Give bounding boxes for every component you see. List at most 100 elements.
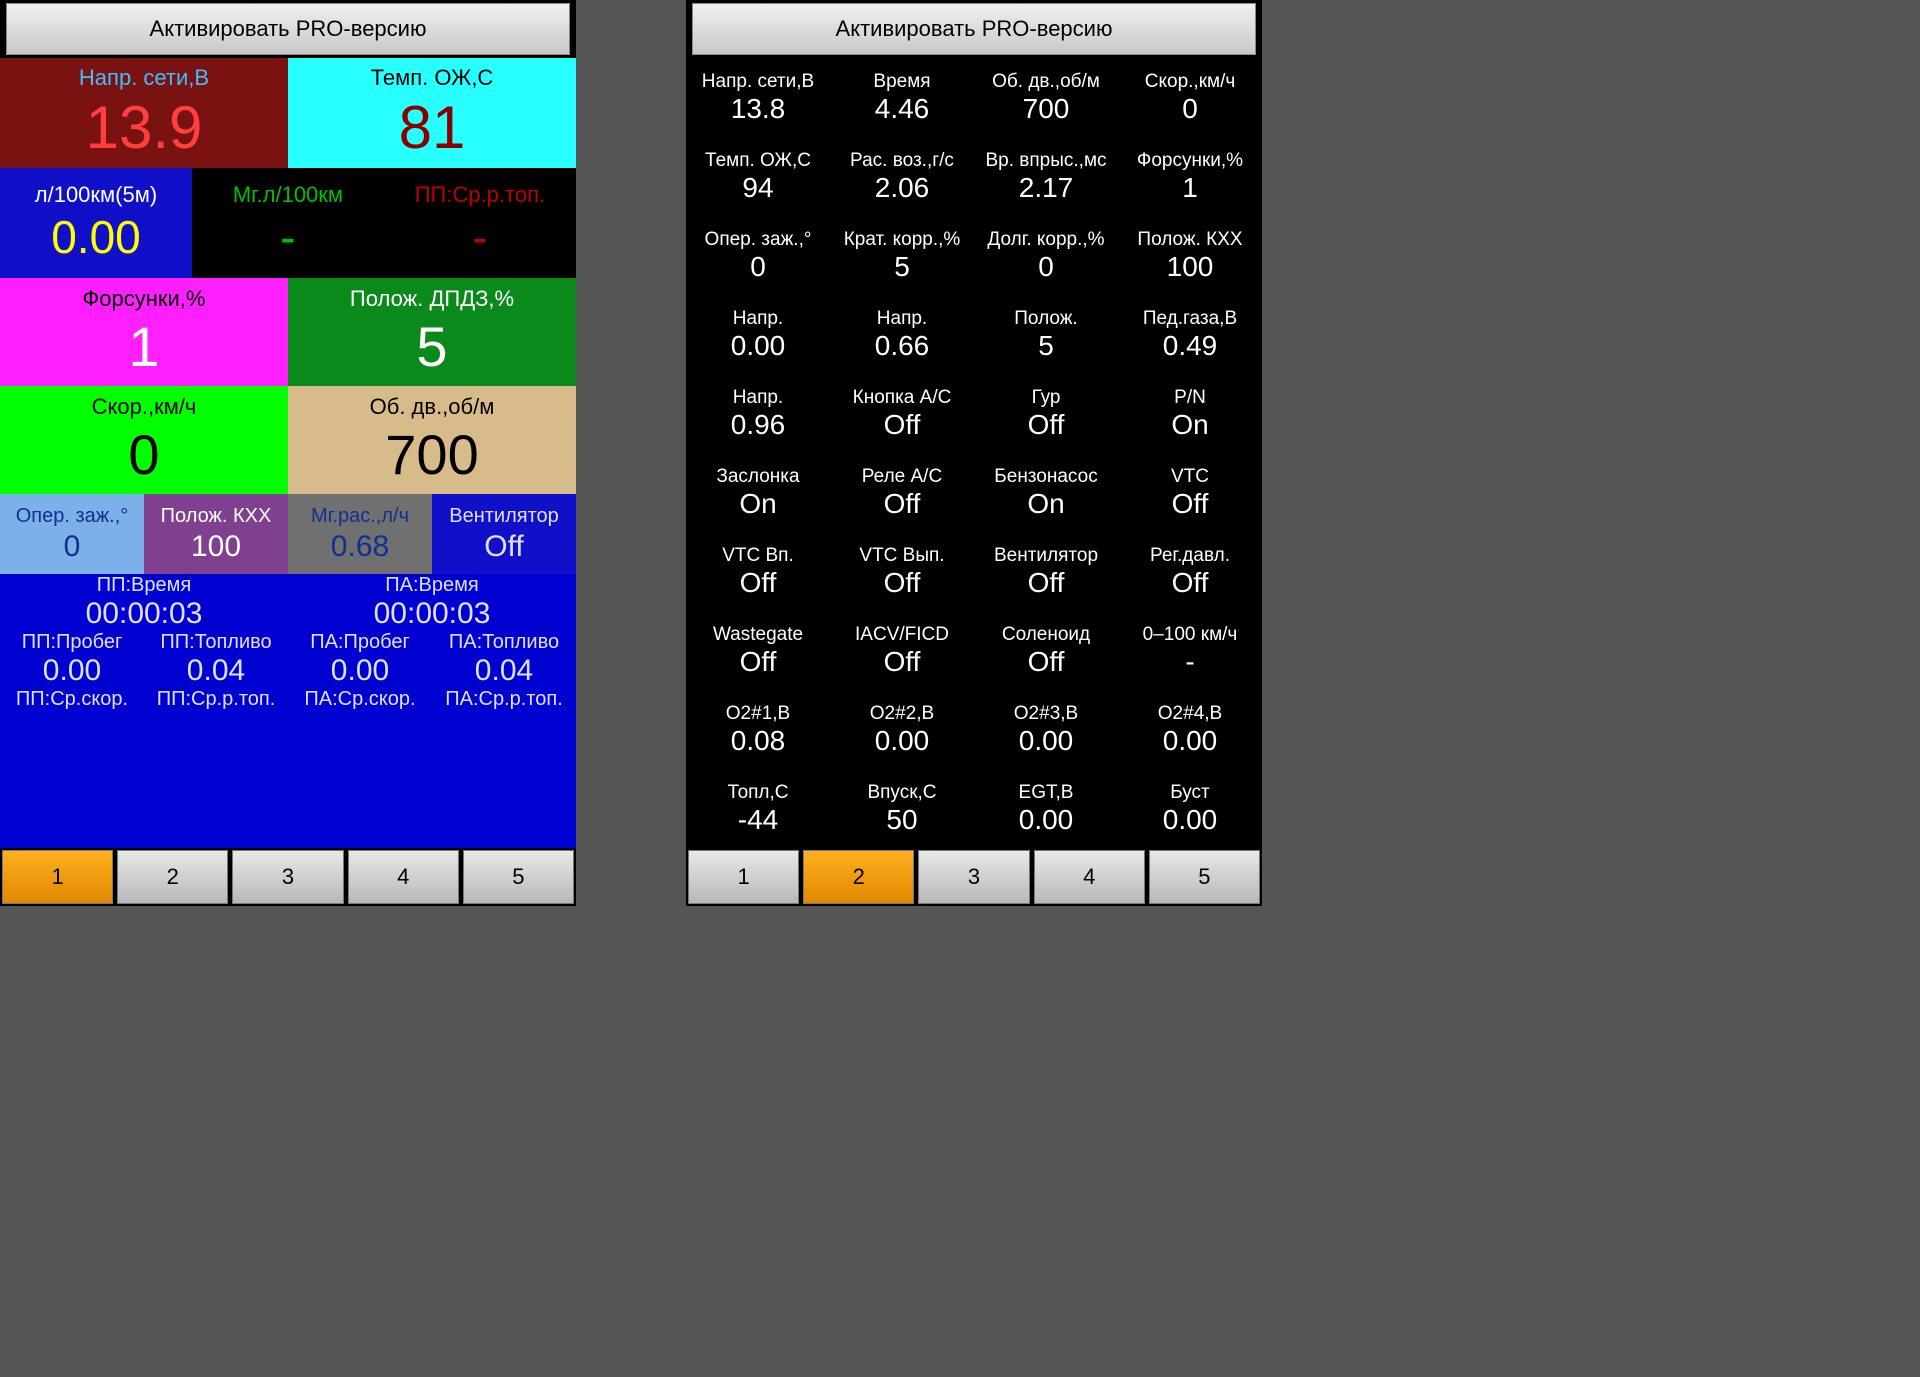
- param-cell[interactable]: Форсунки,%1: [1118, 137, 1262, 216]
- param-value: Off: [884, 646, 921, 678]
- tile-fan[interactable]: ВентиляторOff: [432, 494, 576, 574]
- tile-fuel-rate[interactable]: Мг.рас.,л/ч0.68: [288, 494, 432, 574]
- param-cell[interactable]: Топл,С-44: [686, 769, 830, 848]
- param-value: 5: [894, 251, 910, 283]
- tile-kxx[interactable]: Полож. КХХ100: [144, 494, 288, 574]
- param-cell[interactable]: БензонасосOn: [974, 453, 1118, 532]
- param-label: Скор.,км/ч: [1145, 71, 1236, 93]
- tile-ignition-adv[interactable]: Опер. заж.,°0: [0, 494, 144, 574]
- param-label: Напр.: [877, 308, 927, 330]
- param-cell[interactable]: ЗаслонкаOn: [686, 453, 830, 532]
- param-value: 0.00: [1019, 804, 1074, 836]
- param-label: Вр. впрыс.,мс: [985, 150, 1106, 172]
- param-label: О2#4,В: [1158, 703, 1222, 725]
- param-cell[interactable]: P/NOn: [1118, 374, 1262, 453]
- param-cell[interactable]: 0–100 км/ч-: [1118, 611, 1262, 690]
- param-cell[interactable]: О2#2,В0.00: [830, 690, 974, 769]
- param-label: Заслонка: [716, 466, 799, 488]
- param-cell[interactable]: Опер. заж.,°0: [686, 216, 830, 295]
- param-cell[interactable]: СоленоидOff: [974, 611, 1118, 690]
- tab-1[interactable]: 1: [2, 850, 113, 904]
- param-cell[interactable]: Рег.давл.Off: [1118, 532, 1262, 611]
- param-cell[interactable]: ГурOff: [974, 374, 1118, 453]
- param-cell[interactable]: VTC Вп.Off: [686, 532, 830, 611]
- param-cell[interactable]: WastegateOff: [686, 611, 830, 690]
- dashboard-tiles: Напр. сети,В13.9 Темп. ОЖ,С81 л/100км(5м…: [0, 58, 576, 848]
- param-cell[interactable]: Напр.0.00: [686, 295, 830, 374]
- param-value: 0: [1038, 251, 1054, 283]
- trip-panel[interactable]: ПП:ВремяПА:Время 00:00:0300:00:03 ПП:Про…: [0, 574, 576, 848]
- param-cell[interactable]: Темп. ОЖ,С94: [686, 137, 830, 216]
- param-cell[interactable]: Напр. сети,В13.8: [686, 58, 830, 137]
- param-cell[interactable]: Рас. воз.,г/с2.06: [830, 137, 974, 216]
- tab-5[interactable]: 5: [1149, 850, 1260, 904]
- param-cell[interactable]: Впуск,С50: [830, 769, 974, 848]
- param-cell[interactable]: Вр. впрыс.,мс2.17: [974, 137, 1118, 216]
- param-value: 0.00: [1163, 725, 1218, 757]
- tab-3[interactable]: 3: [918, 850, 1029, 904]
- param-label: Форсунки,%: [1137, 150, 1243, 172]
- param-value: 0.66: [875, 330, 930, 362]
- param-cell[interactable]: Буст0.00: [1118, 769, 1262, 848]
- pro-button[interactable]: Активировать PRO-версию: [692, 3, 1256, 55]
- tile-voltage[interactable]: Напр. сети,В13.9: [0, 58, 288, 168]
- param-label: Кнопка А/С: [853, 387, 952, 409]
- param-cell[interactable]: EGT,В0.00: [974, 769, 1118, 848]
- param-cell[interactable]: Скор.,км/ч0: [1118, 58, 1262, 137]
- tile-coolant-temp[interactable]: Темп. ОЖ,С81: [288, 58, 576, 168]
- param-value: -44: [738, 804, 778, 836]
- param-value: 94: [742, 172, 773, 204]
- tab-2[interactable]: 2: [803, 850, 914, 904]
- param-cell[interactable]: Полож.5: [974, 295, 1118, 374]
- param-value: 0.00: [1019, 725, 1074, 757]
- tile-injectors[interactable]: Форсунки,%1: [0, 278, 288, 386]
- param-value: Off: [740, 646, 777, 678]
- param-label: VTC: [1171, 466, 1209, 488]
- param-value: 0.00: [731, 330, 786, 362]
- param-value: 0.00: [875, 725, 930, 757]
- param-value: On: [1027, 488, 1064, 520]
- param-value: Off: [740, 567, 777, 599]
- tab-4[interactable]: 4: [1034, 850, 1145, 904]
- param-cell[interactable]: ВентиляторOff: [974, 532, 1118, 611]
- param-cell[interactable]: Пед.газа,В0.49: [1118, 295, 1262, 374]
- param-cell[interactable]: О2#1,В0.08: [686, 690, 830, 769]
- tile-rpm[interactable]: Об. дв.,об/м700: [288, 386, 576, 494]
- param-label: Крат. корр.,%: [844, 229, 961, 251]
- param-cell[interactable]: IACV/FICDOff: [830, 611, 974, 690]
- param-value: -: [1185, 646, 1194, 678]
- param-cell[interactable]: Кнопка А/СOff: [830, 374, 974, 453]
- param-cell[interactable]: Напр.0.96: [686, 374, 830, 453]
- param-value: 2.17: [1019, 172, 1074, 204]
- param-label: О2#3,В: [1014, 703, 1078, 725]
- param-cell[interactable]: VTC Вып.Off: [830, 532, 974, 611]
- tile-speed[interactable]: Скор.,км/ч0: [0, 386, 288, 494]
- tab-2[interactable]: 2: [117, 850, 228, 904]
- tile-mgl100km[interactable]: Мг.л/100км-: [192, 168, 384, 278]
- param-value: Off: [884, 567, 921, 599]
- tab-5[interactable]: 5: [463, 850, 574, 904]
- param-cell[interactable]: Реле А/СOff: [830, 453, 974, 532]
- param-cell[interactable]: О2#4,В0.00: [1118, 690, 1262, 769]
- param-value: 0.00: [1163, 804, 1218, 836]
- param-value: Off: [884, 409, 921, 441]
- pro-button[interactable]: Активировать PRO-версию: [6, 3, 570, 55]
- param-cell[interactable]: О2#3,В0.00: [974, 690, 1118, 769]
- param-cell[interactable]: Напр.0.66: [830, 295, 974, 374]
- tile-throttle-pos[interactable]: Полож. ДПДЗ,%5: [288, 278, 576, 386]
- param-cell[interactable]: Полож. КХХ100: [1118, 216, 1262, 295]
- tile-pp-srrtop[interactable]: ПП:Ср.р.топ.-: [384, 168, 576, 278]
- param-cell[interactable]: Об. дв.,об/м700: [974, 58, 1118, 137]
- param-label: Рас. воз.,г/с: [850, 150, 954, 172]
- param-cell[interactable]: VTCOff: [1118, 453, 1262, 532]
- param-cell[interactable]: Время4.46: [830, 58, 974, 137]
- param-cell[interactable]: Долг. корр.,%0: [974, 216, 1118, 295]
- tab-3[interactable]: 3: [232, 850, 343, 904]
- tile-l100km[interactable]: л/100км(5м)0.00: [0, 168, 192, 278]
- tab-4[interactable]: 4: [348, 850, 459, 904]
- tab-1[interactable]: 1: [688, 850, 799, 904]
- param-label: Бензонасос: [994, 466, 1097, 488]
- param-cell[interactable]: Крат. корр.,%5: [830, 216, 974, 295]
- param-label: Напр.: [733, 387, 783, 409]
- param-value: Off: [1028, 646, 1065, 678]
